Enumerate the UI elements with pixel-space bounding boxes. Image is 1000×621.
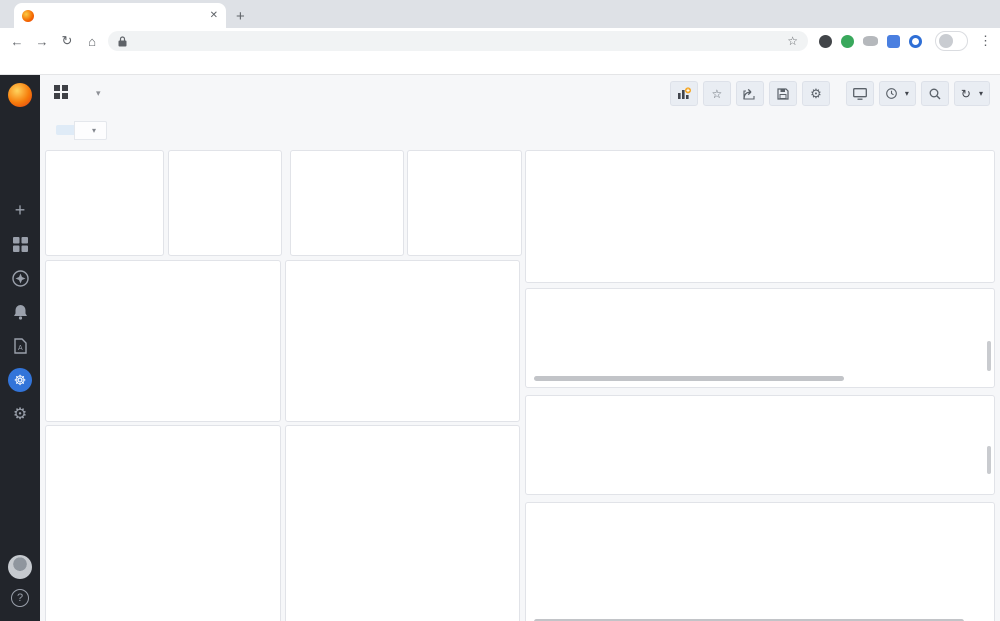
configuration-gear-icon[interactable]: ⚙ — [7, 401, 33, 427]
chart-legend — [286, 569, 519, 572]
save-dashboard-button[interactable] — [768, 81, 797, 106]
panel-io-stats[interactable] — [45, 425, 281, 621]
chart-legend — [46, 569, 280, 572]
svg-text:A: A — [18, 345, 23, 352]
panel-title[interactable] — [526, 396, 994, 405]
chevron-down-icon[interactable]: ▾ — [96, 88, 101, 99]
panel-dba-locks[interactable] — [525, 288, 995, 388]
panel-title[interactable] — [46, 426, 280, 435]
refresh-picker[interactable]: ↻ ▾ — [953, 81, 990, 106]
panel-login-session-stats[interactable] — [525, 150, 995, 283]
variable-dropdown[interactable]: ▾ — [74, 120, 108, 140]
panel-number-of-waits[interactable] — [290, 150, 404, 256]
clock-icon — [886, 88, 897, 99]
panel-title[interactable] — [526, 289, 994, 298]
panel-title[interactable] — [286, 426, 519, 435]
grafana-favicon-icon — [22, 9, 34, 22]
dashboard-settings-button[interactable]: ⚙ — [801, 81, 830, 106]
sparkline — [409, 221, 520, 255]
bookmarks-bar — [0, 54, 1000, 75]
browser-tab[interactable]: ✕ — [14, 3, 226, 28]
forward-icon[interactable]: → — [33, 34, 51, 49]
panel-title[interactable] — [169, 151, 281, 160]
panel-title[interactable] — [408, 151, 521, 160]
tv-kiosk-button[interactable] — [845, 81, 874, 106]
io-chart[interactable] — [46, 435, 280, 569]
network-chart[interactable] — [286, 435, 519, 569]
tab-close-icon[interactable]: ✕ — [210, 10, 218, 21]
cpu-chart[interactable] — [46, 270, 280, 362]
chevron-down-icon: ▾ — [904, 89, 909, 98]
dashboards-icon[interactable] — [7, 231, 33, 257]
kubernetes-plugin-icon[interactable]: ☸ — [7, 367, 33, 393]
panel-network-traffic[interactable] — [285, 425, 520, 621]
share-dashboard-button[interactable] — [735, 81, 764, 106]
vertical-scrollbar[interactable] — [987, 446, 991, 474]
extension-icon[interactable] — [819, 34, 832, 48]
help-icon[interactable]: ? — [11, 589, 29, 607]
extension-icon[interactable] — [863, 36, 878, 46]
alerting-bell-icon[interactable] — [7, 299, 33, 325]
grafana-main: ▾ ☆ ⚙ ▾ ↻ ▾ ▾ — [40, 75, 1000, 621]
refresh-icon: ↻ — [960, 86, 971, 101]
panel-title[interactable] — [526, 151, 994, 160]
mem-chart[interactable] — [286, 270, 519, 362]
chart-legend — [46, 362, 280, 365]
browser-menu-icon[interactable]: ⋮ — [979, 33, 992, 49]
panel-number-sessions[interactable] — [168, 150, 282, 256]
address-bar[interactable]: ☆ — [108, 31, 808, 51]
panel-sys-stats[interactable] — [525, 395, 995, 495]
variables-row: ▾ — [40, 112, 1000, 148]
sparkline — [47, 221, 162, 255]
panel-title[interactable] — [526, 503, 994, 512]
new-tab-button[interactable]: + — [236, 8, 245, 25]
panel-blocked-users[interactable] — [45, 150, 164, 256]
add-panel-button[interactable] — [669, 81, 698, 106]
panel-index-scans[interactable] — [407, 150, 522, 256]
horizontal-scrollbar[interactable] — [534, 376, 844, 381]
panel-title[interactable] — [286, 261, 519, 270]
explore-icon[interactable] — [7, 265, 33, 291]
panel-title[interactable] — [46, 151, 163, 160]
panel-cpu-stats[interactable] — [45, 260, 281, 422]
extensions-row — [819, 34, 922, 48]
panel-mem-stats[interactable] — [285, 260, 520, 422]
sync-paused-button[interactable] — [935, 31, 968, 51]
home-icon[interactable]: ⌂ — [83, 34, 101, 49]
user-avatar[interactable] — [8, 555, 32, 579]
chart-legend — [286, 362, 519, 365]
chevron-down-icon: ▾ — [978, 89, 983, 98]
extension-icon[interactable] — [887, 34, 900, 48]
dashboard-toolbar: ☆ ⚙ ▾ ↻ ▾ — [669, 81, 990, 106]
grafana-sidebar: + A ☸ ⚙ ? — [0, 75, 40, 621]
profile-avatar — [939, 34, 953, 48]
star-dashboard-button[interactable]: ☆ — [702, 81, 731, 106]
sparkline — [292, 221, 402, 255]
lock-icon — [118, 35, 127, 46]
dashboard-grid — [40, 148, 1000, 621]
extension-icon[interactable] — [841, 34, 854, 48]
reports-doc-icon[interactable]: A — [7, 333, 33, 359]
grafana-logo-icon[interactable] — [8, 83, 32, 107]
dashboard-header: ▾ ☆ ⚙ ▾ ↻ ▾ — [40, 75, 1000, 112]
back-icon[interactable]: ← — [8, 34, 26, 49]
dashboard-grid-icon[interactable] — [54, 85, 68, 102]
add-icon[interactable]: + — [7, 197, 33, 223]
panel-title[interactable] — [46, 261, 280, 270]
tab-strip: ✕ + — [0, 0, 1000, 28]
grafana-app: + A ☸ ⚙ ? ▾ ☆ ⚙ ▾ ↻ ▾ ▾ — [0, 75, 1000, 621]
panel-title[interactable] — [291, 151, 403, 160]
breadcrumb: ▾ — [54, 85, 101, 102]
vertical-scrollbar[interactable] — [987, 341, 991, 371]
bookmark-star-icon[interactable]: ☆ — [787, 34, 798, 48]
chevron-down-icon: ▾ — [92, 125, 97, 135]
browser-toolbar: ← → ↻ ⌂ ☆ ⋮ — [0, 28, 1000, 54]
extension-icon[interactable] — [909, 34, 922, 48]
time-range-picker[interactable]: ▾ — [878, 81, 916, 106]
sparkline — [170, 221, 280, 255]
zoom-out-button[interactable] — [920, 81, 949, 106]
variable-label — [56, 125, 74, 135]
reload-icon[interactable]: ↻ — [58, 33, 76, 49]
panel-resource-limits[interactable] — [525, 502, 995, 621]
